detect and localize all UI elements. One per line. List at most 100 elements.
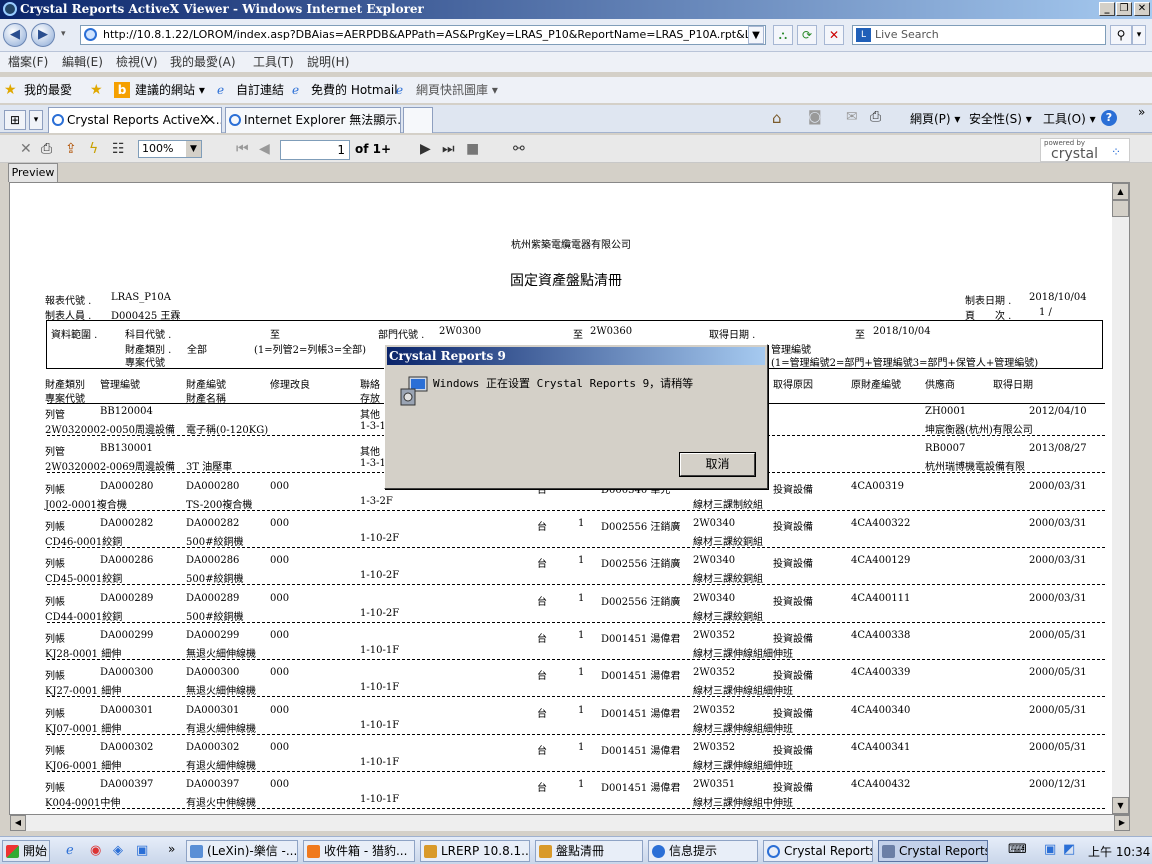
refresh-icon[interactable]: ⟳ (797, 25, 817, 45)
keyboard-icon[interactable]: ⌨ (1008, 842, 1027, 857)
print-icon[interactable]: ⎙ (870, 109, 881, 125)
close-view-icon[interactable]: ✕ (20, 140, 32, 158)
tab-ie-error[interactable]: Internet Explorer 無法顯示... (225, 107, 401, 133)
network-icon[interactable]: ◩ (1063, 842, 1075, 857)
next-page-icon[interactable]: ▶ (420, 140, 431, 158)
tab-close-icon[interactable]: ✕ (205, 108, 215, 132)
row-dept: 2W0352 (693, 742, 736, 753)
quicklaunch-more-icon[interactable]: » (168, 842, 175, 856)
report-code-value: LRAS_P10A (111, 292, 171, 303)
address-input[interactable]: http://10.8.1.22/LOROM/index.asp?DBAias=… (80, 25, 766, 45)
minimize-icon[interactable]: _ (1099, 2, 1115, 16)
help-icon[interactable]: ? (1101, 110, 1117, 126)
export-icon[interactable]: ⇪ (65, 140, 77, 158)
refresh-data-icon[interactable]: ϟ (89, 140, 98, 158)
search-text-icon[interactable]: ⚯ (513, 140, 525, 158)
zoom-dropdown-icon[interactable]: ▼ (186, 141, 201, 157)
back-button[interactable]: ◀ (3, 23, 27, 47)
previous-page-icon[interactable]: ◀ (259, 140, 270, 158)
report-viewport[interactable]: 杭州紫築電纜電器有限公司 固定資產盤點清冊 報表代號 . LRAS_P10A 制表人員 … (9, 182, 1130, 815)
row-dept-name: 線材三課伸線組中伸班 (693, 798, 793, 809)
row-unit: 台 (537, 634, 547, 645)
vertical-scrollbar[interactable]: ▲ ▼ (1112, 183, 1129, 814)
fav-webslice-gallery[interactable]: 網頁快訊圖庫 ▾ (416, 77, 498, 103)
row-qty: 1 (578, 705, 585, 716)
history-dropdown-icon[interactable]: ▾ (61, 29, 66, 39)
row-unit: 台 (537, 783, 547, 794)
scroll-left-icon[interactable]: ◀ (10, 815, 26, 831)
task-crystal-9[interactable]: Crystal Reports 9 (878, 840, 988, 862)
preview-tab[interactable]: Preview (8, 163, 58, 182)
acq-date-label: 取得日期 . (709, 330, 756, 341)
task-lrerp[interactable]: LRERP 10.8.1.... (420, 840, 530, 862)
add-favorite-icon[interactable]: ★ (90, 77, 103, 103)
chrome-quicklaunch-icon[interactable]: ◉ (90, 843, 101, 858)
menu-view[interactable]: 檢視(V) (116, 52, 158, 72)
app-quicklaunch-icon[interactable]: ◈ (113, 843, 123, 858)
task-message[interactable]: 信息提示 (648, 840, 758, 862)
new-tab-button[interactable] (403, 107, 433, 133)
menu-help[interactable]: 說明(H) (307, 52, 349, 72)
chevron-more-icon[interactable]: » (1138, 105, 1145, 119)
page-menu[interactable]: 網頁(P) ▾ (910, 110, 960, 127)
home-icon[interactable]: ⌂ (772, 109, 782, 127)
row-asset-no: DA000289 (186, 593, 240, 604)
restore-icon[interactable]: ❐ (1116, 2, 1132, 16)
task-mail[interactable]: 收件箱 - 猎豹... (303, 840, 415, 862)
favorites-label[interactable]: 我的最愛 (24, 77, 72, 103)
first-page-icon[interactable]: ⏮ (236, 140, 249, 158)
ie-icon (767, 845, 780, 858)
row-orig-asset: 4CA400432 (851, 779, 911, 790)
safety-menu[interactable]: 安全性(S) ▾ (969, 110, 1032, 127)
compatibility-icon[interactable]: ⛬ (773, 25, 793, 45)
fav-hotmail[interactable]: 免費的 Hotmail (311, 77, 398, 103)
scroll-thumb[interactable] (1112, 200, 1129, 217)
close-icon[interactable]: ✕ (1134, 2, 1150, 16)
page-number-input[interactable]: 1 (280, 140, 350, 160)
row-reason: 投資設備 (773, 709, 813, 720)
zoom-select[interactable]: 100% ▼ (138, 140, 202, 158)
search-options-icon[interactable]: ▾ (1132, 25, 1146, 45)
row-dept-name: 線材三課制絞組 (693, 500, 763, 511)
cancel-button[interactable]: 取消 (679, 452, 756, 477)
row-date: 2000/12/31 (1029, 779, 1087, 790)
desktop-quicklaunch-icon[interactable]: ▣ (136, 843, 148, 858)
row-project: KJ27-0001 細伸 (45, 686, 122, 697)
search-icon[interactable]: ⚲ (1110, 25, 1132, 45)
address-dropdown-icon[interactable]: ▼ (748, 26, 764, 44)
last-page-icon[interactable]: ⏭ (442, 140, 455, 158)
search-input[interactable]: L Live Search (852, 25, 1106, 45)
task-label: Crystal Reports ... (784, 844, 873, 858)
scroll-up-icon[interactable]: ▲ (1112, 183, 1129, 200)
tab-list-icon[interactable]: ▾ (29, 110, 43, 130)
fav-custom-links[interactable]: 自訂連結 (236, 77, 284, 103)
scroll-down-icon[interactable]: ▼ (1112, 797, 1129, 814)
window-titlebar[interactable]: Crystal Reports ActiveX Viewer - Windows… (0, 0, 1152, 19)
scroll-right-icon[interactable]: ▶ (1114, 815, 1130, 831)
task-inventory[interactable]: 盤點清冊 (535, 840, 643, 862)
stop-icon[interactable]: ✕ (824, 25, 844, 45)
group-tree-icon[interactable]: ☷ (112, 140, 125, 158)
stop-loading-icon[interactable]: ■ (466, 140, 479, 158)
quick-tabs-icon[interactable]: ⊞ (4, 110, 26, 130)
start-button[interactable]: 開始 (2, 840, 50, 862)
horizontal-scrollbar[interactable]: ◀ ▶ (10, 815, 1130, 831)
row-mgmt-no: DA000289 (100, 593, 154, 604)
menu-edit[interactable]: 編輯(E) (62, 52, 103, 72)
read-mail-icon[interactable]: ✉ (846, 109, 858, 125)
print-report-icon[interactable]: ⎙ (41, 140, 52, 158)
fav-suggested[interactable]: 建議的網站 ▾ (135, 77, 205, 103)
menu-file[interactable]: 檔案(F) (8, 52, 48, 72)
forward-button[interactable]: ▶ (31, 23, 55, 47)
task-lexin[interactable]: (LeXin)-樂信 -... (186, 840, 298, 862)
task-label: 盤點清冊 (556, 844, 605, 858)
menu-favorites[interactable]: 我的最愛(A) (170, 52, 236, 72)
menu-tools[interactable]: 工具(T) (253, 52, 294, 72)
tray-icon[interactable]: ▣ (1044, 842, 1056, 857)
tools-menu[interactable]: 工具(O) ▾ (1043, 110, 1096, 127)
ie-quicklaunch-icon[interactable]: ℯ (66, 843, 74, 858)
tab-crystal-reports[interactable]: Crystal Reports ActiveX ... ✕ (48, 107, 222, 133)
row-keeper: D001451 湯偉君 (601, 746, 681, 757)
feeds-icon[interactable]: ◙ (808, 109, 822, 125)
task-crystal-ie[interactable]: Crystal Reports ... (763, 840, 873, 862)
